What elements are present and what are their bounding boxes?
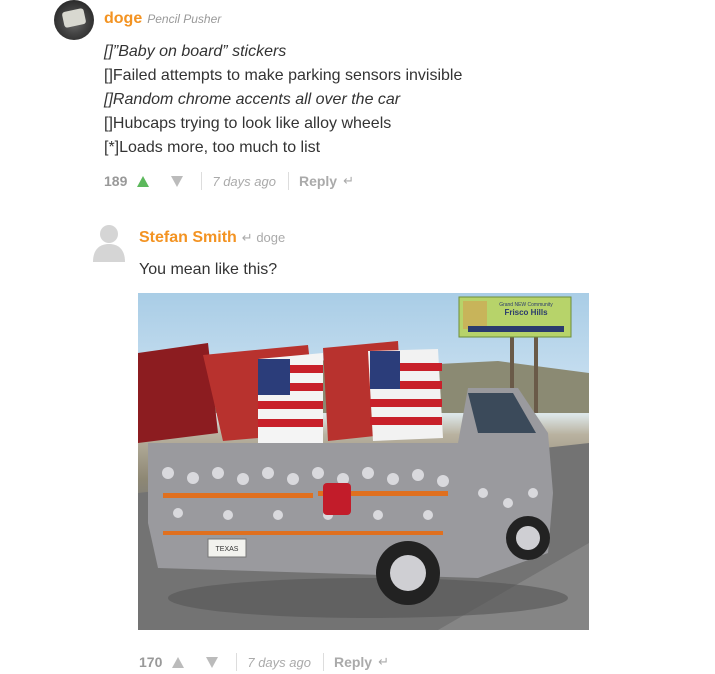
avatar[interactable] — [54, 0, 94, 40]
score: 170 — [139, 654, 163, 670]
reply-icon[interactable]: ↵ — [343, 173, 354, 189]
author-line: doge Pencil Pusher — [104, 10, 221, 28]
divider — [287, 172, 289, 190]
author-line: Stefan Smith ↵ doge — [139, 229, 285, 247]
reply-to-icon: ↵ — [241, 230, 253, 245]
reply-icon[interactable]: ↵ — [378, 654, 389, 670]
comment-line: []”Baby on board” stickers — [104, 43, 287, 60]
author-name[interactable]: Stefan Smith — [139, 229, 237, 247]
reply-to[interactable]: ↵ doge — [242, 230, 285, 246]
score: 189 — [104, 173, 128, 189]
billboard-line-2: Frisco Hills — [504, 308, 548, 317]
comment-image[interactable]: Grand NEW Community Frisco Hills TEXAS — [138, 293, 589, 630]
reply-button[interactable]: Reply — [334, 654, 372, 670]
divider — [201, 172, 203, 190]
reply-button[interactable]: Reply — [299, 173, 337, 189]
comment-meta: 189 7 days ago Reply ↵ — [104, 172, 354, 190]
timestamp[interactable]: 7 days ago — [212, 174, 276, 189]
reply-to-name[interactable]: doge — [256, 230, 285, 245]
comment-text: You mean like this? — [139, 261, 278, 278]
comment-body: []”Baby on board” stickers []Failed atte… — [104, 40, 462, 160]
upvote-icon[interactable] — [172, 656, 185, 668]
divider — [236, 653, 238, 671]
upvote-icon[interactable] — [137, 175, 150, 187]
timestamp[interactable]: 7 days ago — [247, 655, 311, 670]
comment-body: You mean like this? — [139, 258, 277, 282]
license-plate-text: TEXAS — [216, 546, 239, 553]
comment-line: []Hubcaps trying to look like alloy whee… — [104, 115, 392, 132]
divider — [322, 653, 324, 671]
comment-line: [*]Loads more, too much to list — [104, 139, 321, 156]
avatar[interactable] — [92, 222, 126, 262]
truck-photo: Grand NEW Community Frisco Hills TEXAS — [138, 296, 589, 630]
comment-line: []Failed attempts to make parking sensor… — [104, 67, 463, 84]
downvote-icon[interactable] — [171, 175, 184, 187]
author-name[interactable]: doge — [104, 10, 142, 28]
comment-line: []Random chrome accents all over the car — [104, 91, 401, 108]
comment-meta: 170 7 days ago Reply ↵ — [139, 653, 389, 671]
author-subtitle: Pencil Pusher — [147, 12, 222, 26]
downvote-icon[interactable] — [206, 656, 219, 668]
